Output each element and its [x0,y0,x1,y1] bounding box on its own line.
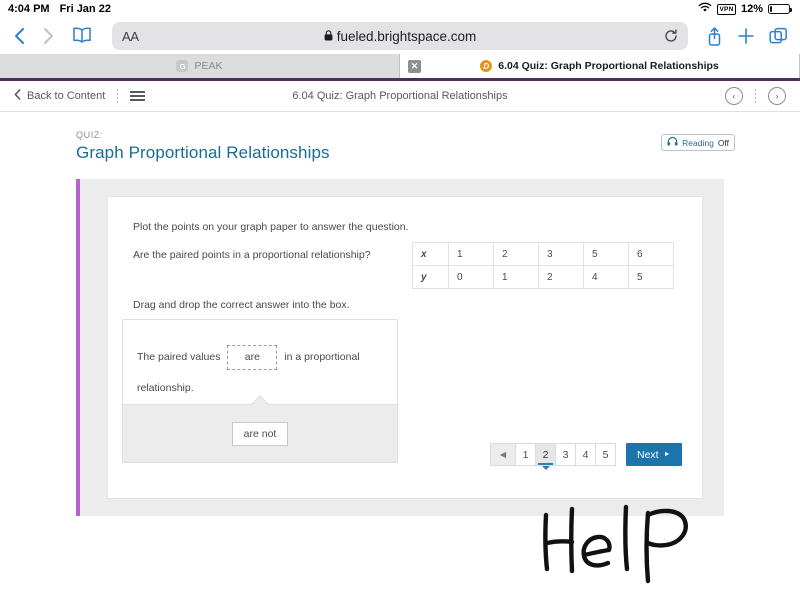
tab-title: PEAK [194,60,223,72]
vpn-badge: VPN [717,3,736,15]
back-icon[interactable] [12,26,27,46]
peak-favicon-icon: G [176,60,189,72]
reading-state: Off [717,137,729,148]
status-time: 4:04 PM [8,3,50,15]
drag-drop-area: The paired values are in a proportional … [122,319,398,463]
hamburger-icon[interactable] [130,91,146,101]
instruction-line-3: Drag and drop the correct answer into th… [133,299,350,311]
back-to-content-label: Back to Content [27,90,106,102]
answer-dropzone[interactable]: are [227,344,278,370]
address-bar[interactable]: AAAA fueled.brightspace.com [112,22,688,50]
next-arrow-icon: ► [663,451,671,458]
share-icon[interactable] [706,26,723,47]
chevron-left-icon [14,89,21,103]
ios-status-bar: 4:04 PM Fri Jan 22 VPN 12% [0,0,800,18]
next-label: Next [637,448,659,461]
browser-toolbar: AAAA fueled.brightspace.com [0,18,800,54]
row-label-y: y [412,265,449,289]
pagination-page-3[interactable]: 3 [555,443,576,466]
brightspace-favicon-icon: D [480,60,493,72]
table-row: x 1 2 3 5 6 [412,242,674,266]
table-row: y 0 1 2 4 5 [412,265,674,289]
handwritten-annotation [538,493,698,593]
browser-tab-peak[interactable]: G PEAK [0,54,400,78]
divider [117,89,119,103]
answer-sentence: The paired values are in a proportional … [123,320,397,404]
pagination-page-1[interactable]: 1 [515,443,536,466]
headphones-icon [667,136,678,148]
tab-title: 6.04 Quiz: Graph Proportional Relationsh… [498,60,719,72]
quiz-header: QUIZ: Graph Proportional Relationships R… [0,130,800,163]
reading-label: Reading [682,137,714,148]
cell-x-2: 2 [493,242,539,266]
pagination-prev-button[interactable]: ◄ [490,443,516,466]
back-to-content-button[interactable]: Back to Content [14,89,105,103]
divider [755,89,756,103]
cell-y-5: 5 [628,265,674,289]
cell-y-3: 2 [538,265,584,289]
pagination-page-4[interactable]: 4 [575,443,596,466]
pagination-page-2[interactable]: 2 [535,443,556,466]
browser-tab-quiz[interactable]: ✕ D 6.04 Quiz: Graph Proportional Relati… [400,54,800,78]
next-button[interactable]: Next ► [626,443,682,466]
battery-icon [768,4,792,14]
question-prompt: Are the paired points in a proportional … [133,249,371,261]
cell-y-2: 1 [493,265,539,289]
instruction-line-1: Plot the points on your graph paper to a… [133,221,409,233]
sentence-line-2: relationship. [137,382,194,394]
quiz-panel: Plot the points on your graph paper to a… [76,179,724,584]
quiz-pagination: ◄ 1 2 3 4 5 Next ► [490,443,682,466]
pagination-page-5[interactable]: 5 [595,443,616,466]
status-date: Fri Jan 22 [59,3,111,15]
forward-icon[interactable] [41,26,56,46]
cell-x-5: 6 [628,242,674,266]
show-tabs-icon[interactable] [769,27,788,46]
previous-activity-button[interactable]: ‹ [725,87,743,105]
sentence-before: The paired values [137,351,221,363]
next-activity-button[interactable]: › [768,87,786,105]
bookmarks-icon[interactable] [70,26,94,46]
battery-percent: 12% [740,3,763,15]
url-display: fueled.brightspace.com [112,29,688,44]
browser-tab-bar: G PEAK ✕ D 6.04 Quiz: Graph Proportional… [0,54,800,78]
cell-x-3: 3 [538,242,584,266]
sentence-after: in a proportional [284,351,360,363]
question-card: Plot the points on your graph paper to a… [107,196,703,584]
draggable-answer-are-not[interactable]: are not [231,421,289,446]
url-text: fueled.brightspace.com [336,28,477,44]
cell-x-4: 5 [583,242,629,266]
reading-toggle[interactable]: Reading Off [661,134,735,151]
close-icon[interactable]: ✕ [408,59,421,73]
lock-icon [324,29,333,44]
row-label-x: x [412,242,449,266]
wifi-icon [698,2,712,16]
reload-icon[interactable] [664,29,678,43]
text-size-button[interactable]: AAAA [122,29,139,44]
cell-y-4: 4 [583,265,629,289]
quiz-page: QUIZ: Graph Proportional Relationships R… [0,112,800,600]
data-table: x 1 2 3 5 6 y 0 1 2 4 5 [412,242,674,289]
lms-nav-bar: Back to Content 6.04 Quiz: Graph Proport… [0,81,800,112]
cell-x-1: 1 [448,242,494,266]
answer-tray: are not [123,404,397,462]
cell-y-1: 0 [448,265,494,289]
new-tab-icon[interactable] [737,27,755,45]
lms-page-title: 6.04 Quiz: Graph Proportional Relationsh… [292,90,508,102]
